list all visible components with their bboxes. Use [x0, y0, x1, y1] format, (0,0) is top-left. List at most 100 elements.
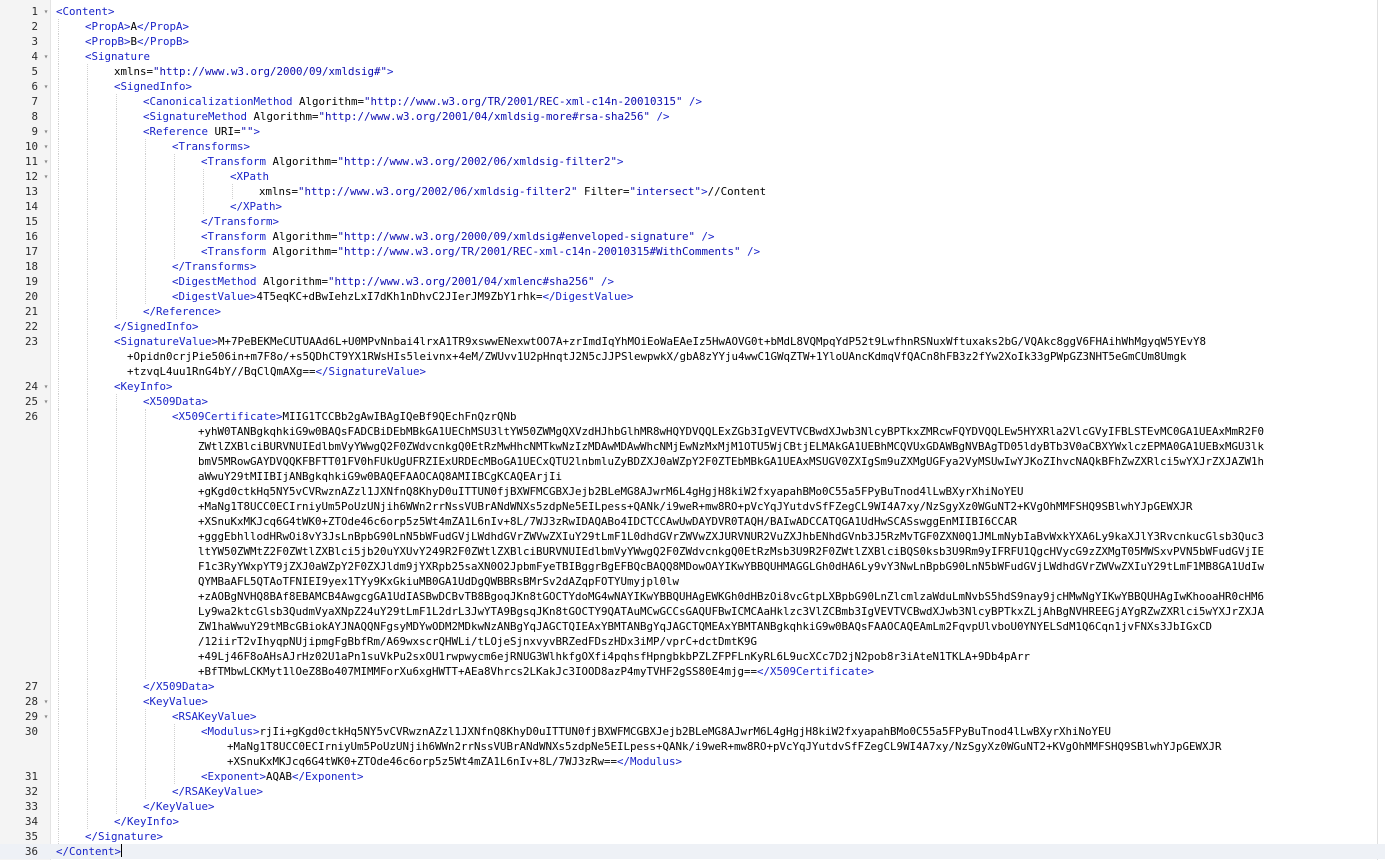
fold-toggle-icon[interactable]: ▾ — [41, 49, 51, 64]
code-line[interactable]: 1 ▾ <Content> — [0, 4, 1385, 19]
code-line[interactable]: 4 ▾ <Signature — [0, 49, 1385, 64]
code-line[interactable]: 6 ▾ <SignedInfo> — [0, 79, 1385, 94]
code-text[interactable]: <Transform Algorithm="http://www.w3.org/… — [201, 229, 1381, 244]
code-text[interactable]: <Transform Algorithm="http://www.w3.org/… — [201, 244, 1381, 259]
code-text[interactable]: <Content> — [56, 4, 1381, 19]
code-line[interactable]: 22 </SignedInfo> — [0, 319, 1385, 334]
code-text[interactable]: <SignatureMethod Algorithm="http://www.w… — [143, 109, 1381, 124]
code-text[interactable]: </X509Data> — [143, 679, 1381, 694]
code-text[interactable]: </Transform> — [201, 214, 1381, 229]
code-line[interactable]: 21 </Reference> — [0, 304, 1385, 319]
code-line[interactable]: 10 ▾ <Transforms> — [0, 139, 1385, 154]
code-text[interactable]: <Signature — [85, 49, 1381, 64]
code-text[interactable]: </Reference> — [143, 304, 1381, 319]
indent-guide — [58, 79, 59, 94]
indent-guide — [58, 109, 59, 124]
code-line[interactable]: 15 </Transform> — [0, 214, 1385, 229]
code-text[interactable]: xmlns="http://www.w3.org/2000/09/xmldsig… — [114, 64, 1381, 79]
code-line[interactable]: 34 </KeyInfo> — [0, 814, 1385, 829]
code-row: </Transform> — [201, 214, 1381, 229]
code-text[interactable]: </Content> — [56, 844, 1381, 859]
code-text[interactable]: <SignedInfo> — [114, 79, 1381, 94]
code-line[interactable]: 36 </Content> — [0, 844, 1385, 859]
code-line[interactable]: 3 <PropB>B</PropB> — [0, 34, 1385, 49]
code-row: +gggEbhllodHRwOi8vY3JsLnBpbG90LnN5bWFudG… — [172, 529, 1381, 544]
code-text[interactable]: xmlns="http://www.w3.org/2002/06/xmldsig… — [259, 184, 1381, 199]
fold-toggle-icon[interactable]: ▾ — [41, 169, 51, 184]
code-line[interactable]: 35 </Signature> — [0, 829, 1385, 844]
code-text[interactable]: <Transform Algorithm="http://www.w3.org/… — [201, 154, 1381, 169]
code-text[interactable]: </KeyInfo> — [114, 814, 1381, 829]
fold-toggle-icon[interactable]: ▾ — [41, 79, 51, 94]
code-text[interactable]: <Reference URI=""> — [143, 124, 1381, 139]
fold-toggle-icon[interactable]: ▾ — [41, 139, 51, 154]
code-text[interactable]: <DigestMethod Algorithm="http://www.w3.o… — [172, 274, 1381, 289]
code-text[interactable]: </Signature> — [85, 829, 1381, 844]
code-line[interactable]: 13 xmlns="http://www.w3.org/2002/06/xmlds… — [0, 184, 1385, 199]
code-line[interactable]: 2 <PropA>A</PropA> — [0, 19, 1385, 34]
code-text[interactable]: <Modulus>rjIi+gKgd0ctkHq5NY5vCVRwznAZzl1… — [201, 724, 1381, 769]
code-line[interactable]: 8 <SignatureMethod Algorithm="http://www.… — [0, 109, 1385, 124]
code-line[interactable]: 25 ▾ <X509Data> — [0, 394, 1385, 409]
code-text[interactable]: <PropA>A</PropA> — [85, 19, 1381, 34]
code-line[interactable]: 31 <Exponent>AQAB</Exponent> — [0, 769, 1385, 784]
code-text[interactable]: <PropB>B</PropB> — [85, 34, 1381, 49]
code-line[interactable]: 23 <SignatureValue>M+7PeBEKMeCUTUAAd6L+U0… — [0, 334, 1385, 379]
code-line[interactable]: 24 ▾ <KeyInfo> — [0, 379, 1385, 394]
code-text[interactable]: </XPath> — [230, 199, 1381, 214]
code-text[interactable]: <CanonicalizationMethod Algorithm="http:… — [143, 94, 1381, 109]
xml-text: +MaNg1T8UCC0ECIrniyUm5PoUzUNjih6WWn2rrNs… — [172, 500, 1193, 513]
code-text[interactable]: <X509Certificate>MIIG1TCCBb2gAwIBAgIQeBf… — [172, 409, 1381, 679]
code-text[interactable]: <RSAKeyValue> — [172, 709, 1381, 724]
indent-guide — [87, 124, 88, 139]
fold-toggle-icon[interactable]: ▾ — [41, 4, 51, 19]
code-text[interactable]: <Exponent>AQAB</Exponent> — [201, 769, 1381, 784]
code-line[interactable]: 33 </KeyValue> — [0, 799, 1385, 814]
code-text[interactable]: <KeyInfo> — [114, 379, 1381, 394]
xml-tag: <Transform — [201, 245, 273, 258]
code-line[interactable]: 16 <Transform Algorithm="http://www.w3.or… — [0, 229, 1385, 244]
fold-toggle-icon[interactable]: ▾ — [41, 694, 51, 709]
code-text[interactable]: </SignedInfo> — [114, 319, 1381, 334]
code-row: </SignedInfo> — [114, 319, 1381, 334]
fold-toggle-icon[interactable]: ▾ — [41, 394, 51, 409]
code-line[interactable]: 20 <DigestValue>4T5eqKC+dBwIehzLxI7dKh1nD… — [0, 289, 1385, 304]
fold-toggle-icon[interactable]: ▾ — [41, 709, 51, 724]
code-text[interactable]: </KeyValue> — [143, 799, 1381, 814]
code-line[interactable]: 27 </X509Data> — [0, 679, 1385, 694]
code-line[interactable]: 32 </RSAKeyValue> — [0, 784, 1385, 799]
code-line[interactable]: 17 <Transform Algorithm="http://www.w3.or… — [0, 244, 1385, 259]
code-line[interactable]: 5 xmlns="http://www.w3.org/2000/09/xmldsi… — [0, 64, 1385, 79]
code-line[interactable]: 30 <Modulus>rjIi+gKgd0ctkHq5NY5vCVRwznAZz… — [0, 724, 1385, 769]
code-text[interactable]: <Transforms> — [172, 139, 1381, 154]
code-text[interactable]: </Transforms> — [172, 259, 1381, 274]
code-line[interactable]: 12 ▾ <XPath — [0, 169, 1385, 184]
fold-toggle-icon[interactable]: ▾ — [41, 379, 51, 394]
code-line[interactable]: 9 ▾ <Reference URI=""> — [0, 124, 1385, 139]
indent-guide — [87, 694, 88, 709]
code-line[interactable]: 14 </XPath> — [0, 199, 1385, 214]
indent-guide — [58, 829, 59, 844]
indent-guide — [58, 229, 59, 244]
code-text[interactable]: <SignatureValue>M+7PeBEKMeCUTUAAd6L+U0MP… — [114, 334, 1381, 379]
code-line[interactable]: 26 <X509Certificate>MIIG1TCCBb2gAwIBAgIQe… — [0, 409, 1385, 679]
code-text[interactable]: </RSAKeyValue> — [172, 784, 1381, 799]
code-line[interactable]: 18 </Transforms> — [0, 259, 1385, 274]
xml-text: ZW1haWwuY29tMBcGBiokAYJNAQQNFgsyMDYwODM2… — [172, 620, 1213, 633]
code-line[interactable]: 7 <CanonicalizationMethod Algorithm="http… — [0, 94, 1385, 109]
code-editor[interactable]: 1 ▾ <Content> 2 <PropA>A</PropA> 3 <PropB>B</P… — [0, 0, 1385, 860]
code-line[interactable]: 29 ▾ <RSAKeyValue> — [0, 709, 1385, 724]
code-row: </Transforms> — [172, 259, 1381, 274]
fold-toggle-icon[interactable]: ▾ — [41, 124, 51, 139]
code-text[interactable]: <XPath — [230, 169, 1381, 184]
editor-lines[interactable]: 1 ▾ <Content> 2 <PropA>A</PropA> 3 <PropB>B</P… — [0, 4, 1385, 859]
code-line[interactable]: 19 <DigestMethod Algorithm="http://www.w3… — [0, 274, 1385, 289]
code-text[interactable]: <KeyValue> — [143, 694, 1381, 709]
code-line[interactable]: 28 ▾ <KeyValue> — [0, 694, 1385, 709]
fold-toggle-icon[interactable]: ▾ — [41, 154, 51, 169]
code-text[interactable]: <DigestValue>4T5eqKC+dBwIehzLxI7dKh1nDhv… — [172, 289, 1381, 304]
line-number: 35 — [24, 830, 38, 843]
code-line[interactable]: 11 ▾ <Transform Algorithm="http://www.w3.o… — [0, 154, 1385, 169]
line-number: 19 — [24, 275, 38, 288]
code-text[interactable]: <X509Data> — [143, 394, 1381, 409]
